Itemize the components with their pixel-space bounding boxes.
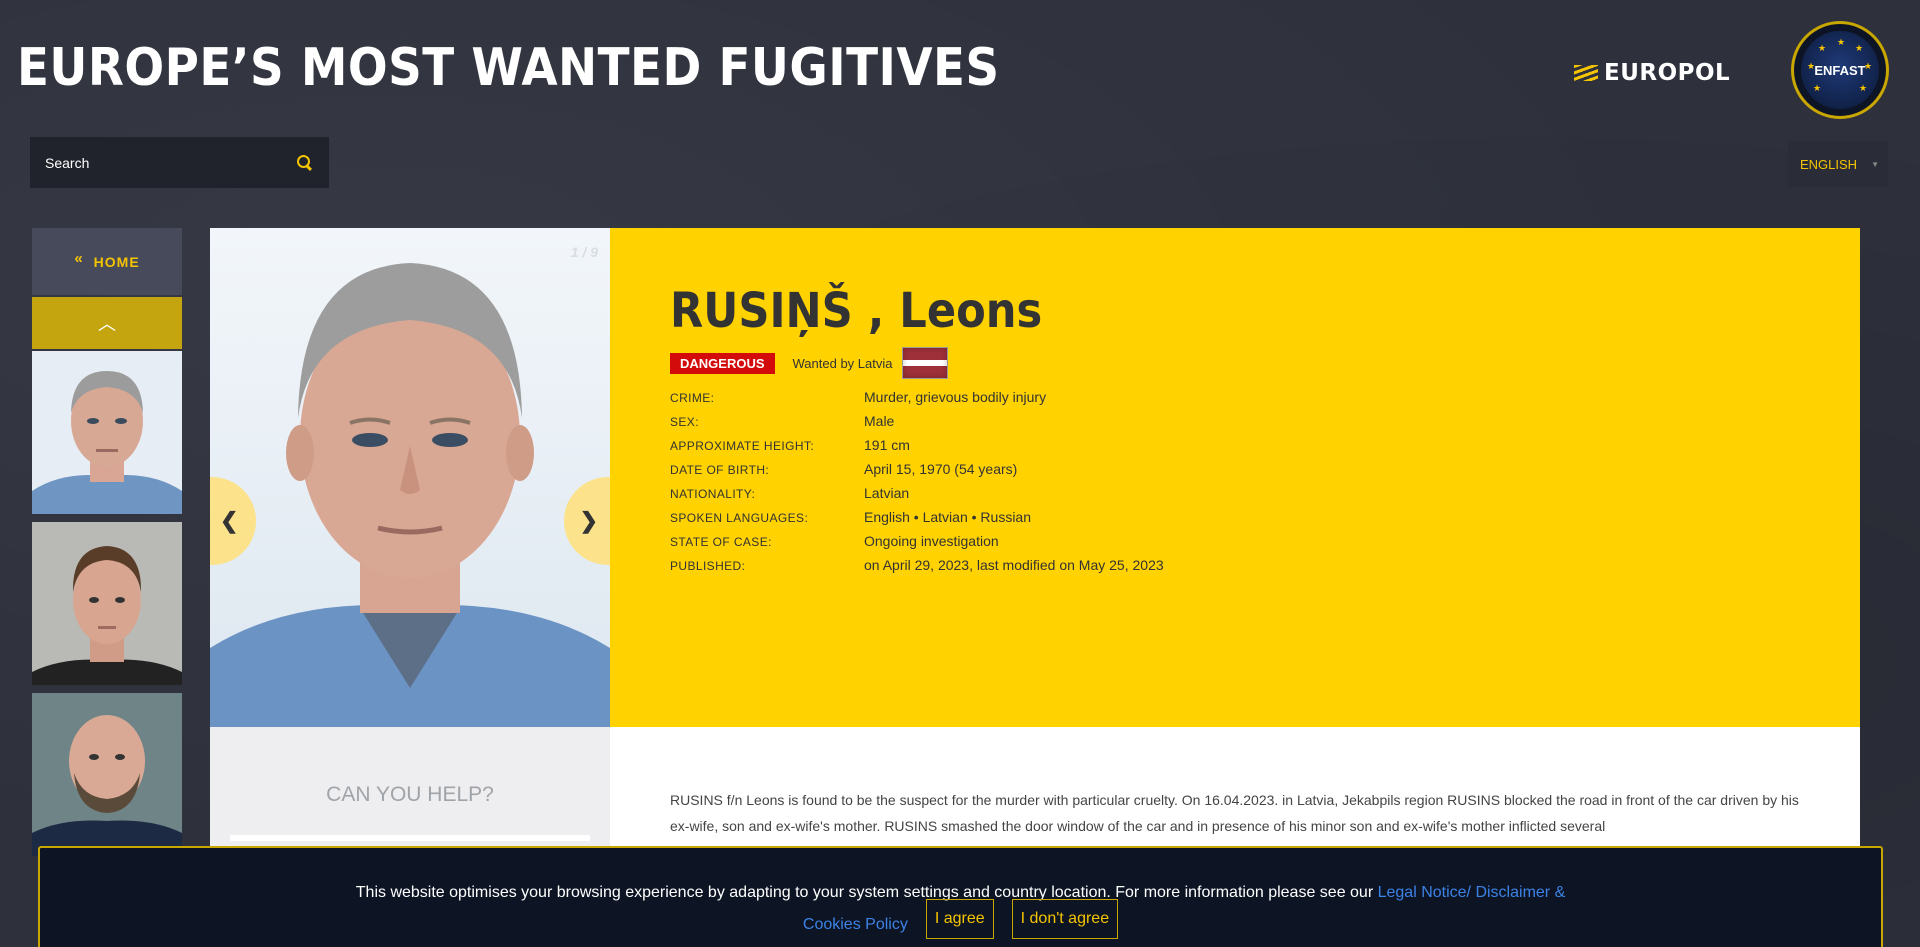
fugitive-thumbnail[interactable] [32,693,182,856]
fugitive-thumbnail[interactable] [32,351,182,514]
search-icon[interactable] [296,154,314,172]
star-icon: ★ [1837,37,1846,47]
enfast-label: ENFAST [1814,62,1866,78]
search-box [30,137,329,188]
latvia-flag-icon [902,347,949,379]
sidebar: « HOME ︿ [32,228,182,856]
detail-value: Ongoing investigation [864,533,999,549]
star-icon: ★ [1818,43,1827,53]
help-divider [230,835,590,841]
disagree-button[interactable]: I don't agree [1011,899,1119,939]
language-selected: ENGLISH [1800,156,1858,172]
chevron-left-icon: ❮ [220,508,239,533]
detail-value: 191 cm [864,437,910,453]
danger-badge: DANGEROUS [670,352,775,374]
cookie-message: This website optimises your browsing exp… [356,880,1566,947]
double-chevron-left-icon: « [74,250,84,267]
europol-logo-text: EUROPOL [1604,60,1731,86]
detail-label: APPROXIMATE HEIGHT: [670,439,815,453]
detail-label: SPOKEN LANGUAGES: [670,511,809,525]
detail-value: English • Latvian • Russian [864,509,1032,525]
wanted-by-text: Wanted by Latvia [792,355,893,371]
scroll-up-button[interactable]: ︿ [32,297,182,349]
home-label: HOME [93,253,140,270]
fugitive-thumbnail-photo [32,351,182,514]
info-panel: RUSIŅŠ , Leons DANGEROUS Wanted by Latvi… [610,228,1860,727]
detail-value: Murder, grievous bodily injury [864,389,1047,405]
star-icon: ★ [1855,43,1864,53]
detail-label: PUBLISHED: [670,559,746,573]
agree-button[interactable]: I agree [925,899,994,939]
chevron-up-icon: ︿ [98,314,116,334]
enfast-logo[interactable]: ★ ★ ★ ★ ★ ★ ★ ENFAST [1791,21,1889,119]
fugitive-card: 1 / 9 ❮ ❯ RUSIŅŠ , Leons DANGEROUS Wante… [210,228,1860,947]
chevron-right-icon: ❯ [579,508,598,533]
star-icon: ★ [1813,83,1822,93]
fugitive-thumbnail[interactable] [32,522,182,685]
detail-value: April 15, 1970 (54 years) [864,461,1018,477]
europol-mark-icon [1574,65,1598,81]
detail-value: Male [864,413,895,429]
help-title: CAN YOU HELP? [326,783,494,806]
star-icon: ★ [1807,61,1816,71]
fugitive-name: RUSIŅŠ , Leons [670,283,1043,339]
enfast-emblem: ★ ★ ★ ★ ★ ★ ★ ENFAST [1801,31,1879,109]
caret-down-icon: ▼ [1871,159,1879,169]
photo-counter: 1 / 9 [570,244,598,260]
cookie-banner: This website optimises your browsing exp… [38,846,1883,947]
search-input[interactable] [45,154,296,171]
detail-label: SEX: [670,415,699,429]
detail-label: STATE OF CASE: [670,535,772,549]
details-list: CRIME: Murder, grievous bodily injury SE… [670,389,1860,573]
site-title: EUROPE’S MOST WANTED FUGITIVES [17,38,1000,98]
case-description: RUSINS f/n Leons is found to be the susp… [670,792,1799,834]
star-icon: ★ [1864,61,1873,71]
fugitive-portrait [210,228,610,727]
tag-row: DANGEROUS Wanted by Latvia [670,347,1860,379]
detail-label: NATIONALITY: [670,487,756,501]
detail-value: on April 29, 2023, last modified on May … [864,557,1164,573]
cookie-text: This website optimises your browsing exp… [355,884,1374,901]
fugitive-thumbnail-photo [32,522,182,685]
star-icon: ★ [1859,83,1868,93]
fugitive-thumbnail-photo [32,693,182,856]
fugitive-photo: 1 / 9 ❮ ❯ [210,228,610,727]
detail-label: CRIME: [670,391,715,405]
home-button[interactable]: « HOME [32,228,182,295]
europol-logo[interactable]: EUROPOL [1574,60,1730,86]
detail-label: DATE OF BIRTH: [670,463,770,477]
language-select[interactable]: ENGLISH ▼ [1788,141,1888,187]
detail-value: Latvian [864,485,910,501]
